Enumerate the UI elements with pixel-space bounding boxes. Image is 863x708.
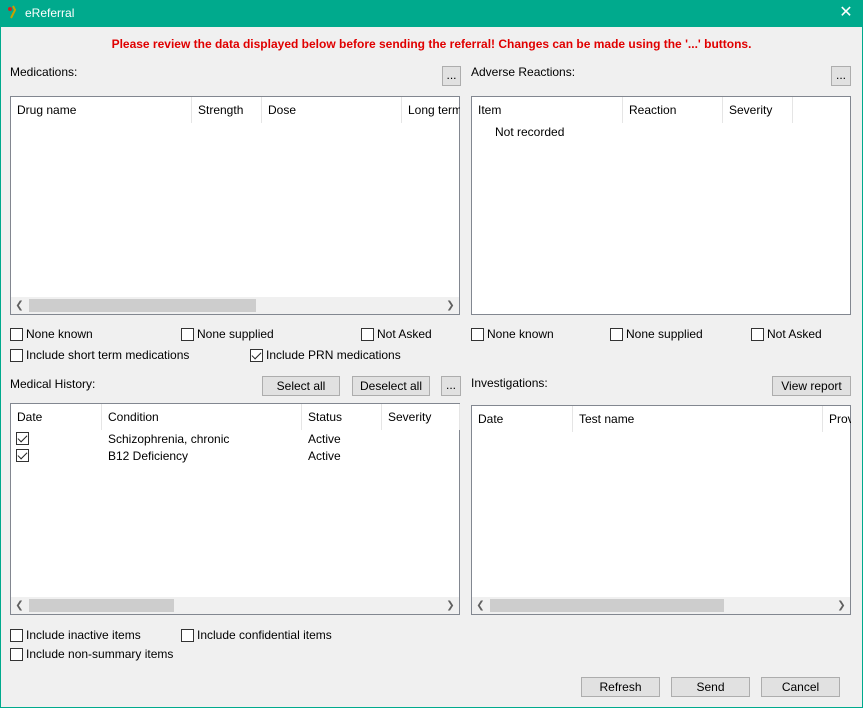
adverse-reactions-list[interactable]: Item Reaction Severity Not recorded: [471, 96, 851, 315]
checkbox-checked-icon[interactable]: [250, 348, 263, 362]
column-header[interactable]: Test name: [573, 406, 823, 432]
column-header[interactable]: Drug name: [11, 97, 192, 123]
table-row[interactable]: [16, 448, 29, 463]
medical-history-label: Medical History:: [10, 377, 96, 391]
checkbox-checked-icon[interactable]: [16, 432, 29, 446]
column-header[interactable]: Reaction: [623, 97, 723, 123]
investigations-list[interactable]: Date Test name Prov ❮ ❯: [471, 405, 851, 615]
checkbox-icon[interactable]: [10, 327, 23, 341]
include-short-term-checkbox[interactable]: Include short term medications: [10, 348, 189, 362]
include-prn-checkbox[interactable]: Include PRN medications: [250, 348, 401, 362]
deselect-all-button[interactable]: Deselect all: [352, 376, 430, 396]
scroll-right-icon[interactable]: ❯: [833, 597, 850, 614]
checkbox-icon[interactable]: [10, 348, 23, 362]
scroll-left-icon[interactable]: ❮: [472, 597, 489, 614]
column-header[interactable]: Item: [472, 97, 623, 123]
reactions-not-asked-checkbox[interactable]: Not Asked: [751, 327, 822, 341]
table-row[interactable]: [16, 431, 29, 446]
scroll-right-icon[interactable]: ❯: [442, 297, 459, 314]
scroll-thumb[interactable]: [29, 299, 256, 312]
condition-cell: Schizophrenia, chronic: [108, 432, 230, 446]
checkbox-icon[interactable]: [10, 628, 23, 642]
horizontal-scrollbar[interactable]: ❮ ❯: [472, 597, 850, 614]
adverse-reactions-label: Adverse Reactions:: [471, 65, 576, 79]
app-icon: [6, 5, 20, 21]
scroll-left-icon[interactable]: ❮: [11, 297, 28, 314]
refresh-button[interactable]: Refresh: [581, 677, 660, 697]
checkbox-icon[interactable]: [471, 327, 484, 341]
status-cell: Active: [308, 449, 341, 463]
scroll-right-icon[interactable]: ❯: [442, 597, 459, 614]
column-header[interactable]: Prov: [823, 406, 851, 432]
adverse-reactions-edit-button[interactable]: ...: [831, 66, 851, 86]
checkbox-icon[interactable]: [181, 327, 194, 341]
status-cell: Active: [308, 432, 341, 446]
medications-not-asked-checkbox[interactable]: Not Asked: [361, 327, 432, 341]
column-header[interactable]: Date: [11, 404, 102, 430]
reactions-none-supplied-checkbox[interactable]: None supplied: [610, 327, 703, 341]
scroll-thumb[interactable]: [490, 599, 724, 612]
medical-history-list[interactable]: Date Condition Status Severity Schizophr…: [10, 403, 460, 615]
checkbox-icon[interactable]: [10, 647, 23, 661]
view-report-button[interactable]: View report: [772, 376, 851, 396]
checkbox-icon[interactable]: [751, 327, 764, 341]
column-header[interactable]: Condition: [102, 404, 302, 430]
column-header[interactable]: Severity: [382, 404, 460, 430]
investigations-label: Investigations:: [471, 376, 548, 390]
medications-edit-button[interactable]: ...: [442, 66, 461, 86]
scroll-left-icon[interactable]: ❮: [11, 597, 28, 614]
checkbox-icon[interactable]: [181, 628, 194, 642]
title-bar: [0, 0, 863, 27]
medications-none-known-checkbox[interactable]: None known: [10, 327, 93, 341]
checkbox-icon[interactable]: [610, 327, 623, 341]
checkbox-checked-icon[interactable]: [16, 449, 29, 463]
cancel-button[interactable]: Cancel: [761, 677, 840, 697]
select-all-button[interactable]: Select all: [262, 376, 340, 396]
column-header[interactable]: Long term: [402, 97, 460, 123]
horizontal-scrollbar[interactable]: ❮ ❯: [11, 297, 459, 314]
include-non-summary-checkbox[interactable]: Include non-summary items: [10, 647, 173, 661]
include-inactive-checkbox[interactable]: Include inactive items: [10, 628, 141, 642]
column-header[interactable]: Dose: [262, 97, 402, 123]
empty-list-text: Not recorded: [495, 125, 565, 139]
scroll-thumb[interactable]: [29, 599, 174, 612]
column-header[interactable]: Status: [302, 404, 382, 430]
column-header[interactable]: Severity: [723, 97, 793, 123]
column-header[interactable]: Date: [472, 406, 573, 432]
warning-message: Please review the data displayed below b…: [111, 37, 752, 51]
checkbox-icon[interactable]: [361, 327, 374, 341]
horizontal-scrollbar[interactable]: ❮ ❯: [11, 597, 459, 614]
medications-list[interactable]: Drug name Strength Dose Long term ❮ ❯: [10, 96, 460, 315]
medications-none-supplied-checkbox[interactable]: None supplied: [181, 327, 274, 341]
condition-cell: B12 Deficiency: [108, 449, 189, 463]
send-button[interactable]: Send: [671, 677, 750, 697]
column-header[interactable]: Strength: [192, 97, 262, 123]
reactions-none-known-checkbox[interactable]: None known: [471, 327, 554, 341]
medications-label: Medications:: [10, 65, 78, 79]
medical-history-edit-button[interactable]: ...: [441, 376, 461, 396]
window-title: eReferral: [25, 6, 75, 20]
include-confidential-checkbox[interactable]: Include confidential items: [181, 628, 332, 642]
close-button[interactable]: ✕: [832, 2, 860, 24]
